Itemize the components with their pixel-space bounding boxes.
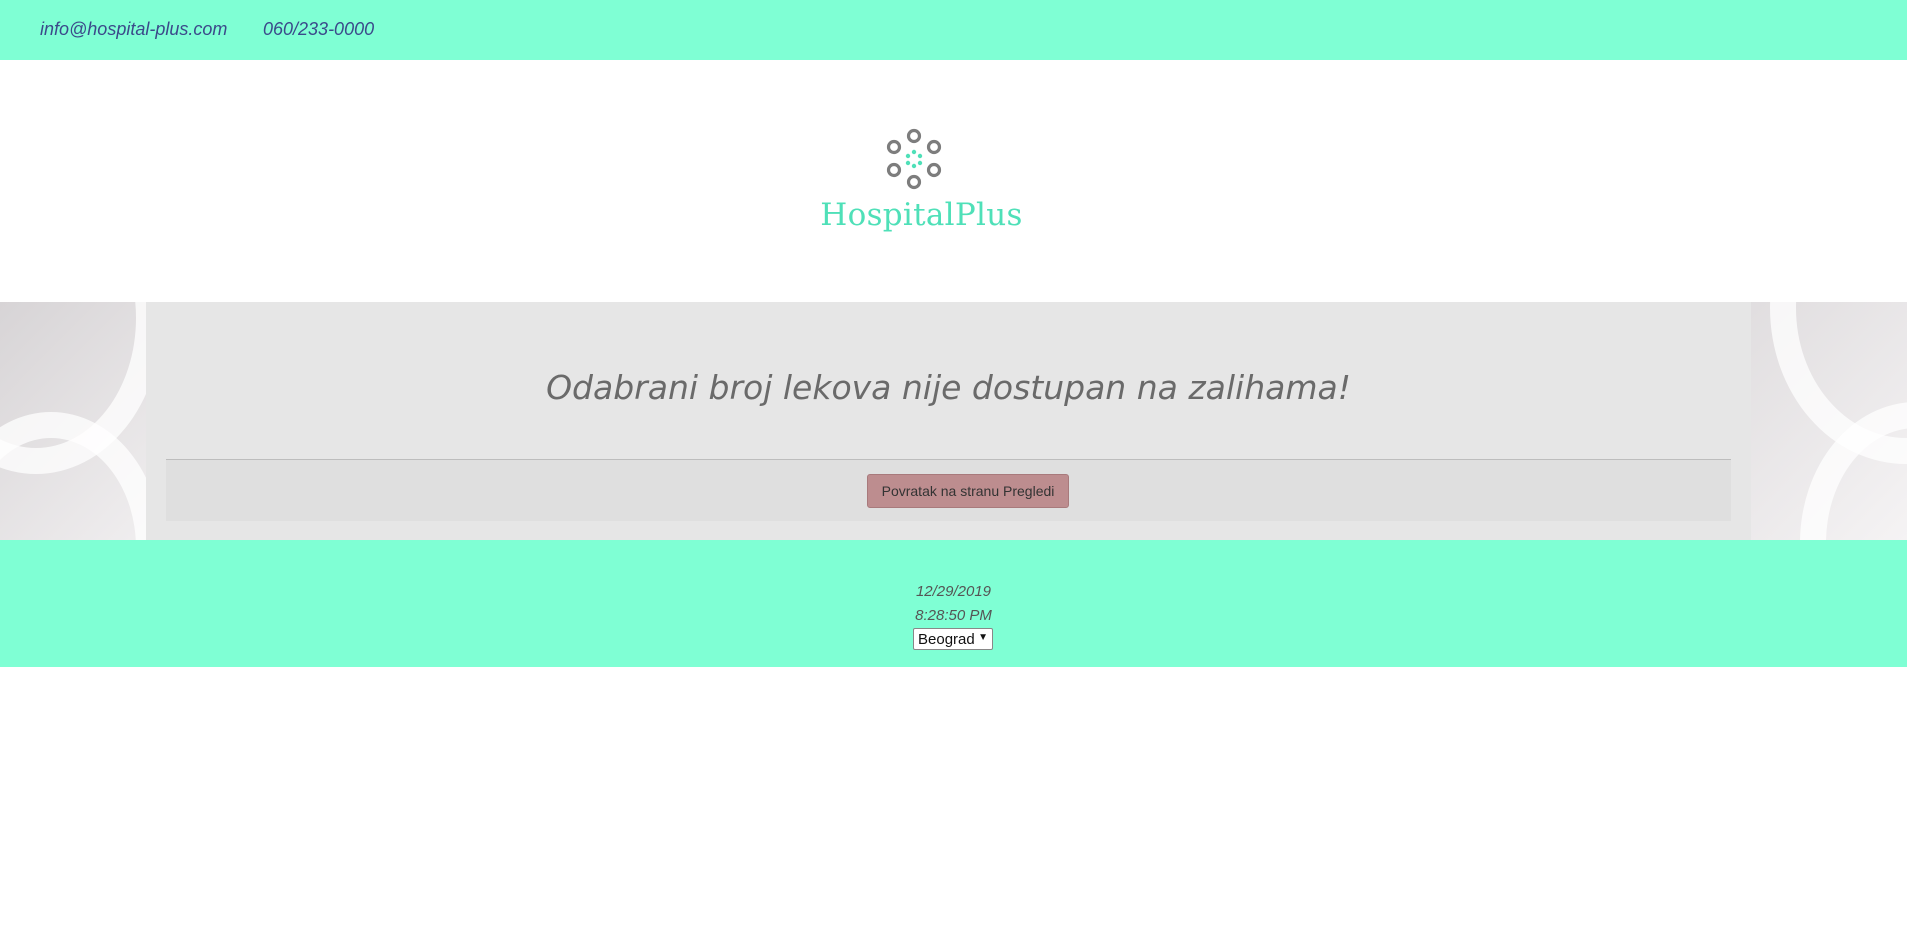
error-message: Odabrani broj lekova nije dostupan na za… [546,368,1351,407]
hero-background: Odabrani broj lekova nije dostupan na za… [0,302,1907,540]
chevron-down-icon: ▼ [978,632,988,643]
back-to-pregledi-button[interactable]: Povratak na stranu Pregledi [867,474,1069,508]
top-contact-bar: info@hospital-plus.com 060/233-0000 [0,0,1907,60]
footer-time: 8:28:50 PM [915,607,992,624]
decorative-swoosh [0,412,162,540]
logo-header: HospitalPlus [0,60,1907,302]
city-select[interactable]: Beograd ▼ [913,628,993,650]
contact-phone[interactable]: 060/233-0000 [263,19,374,40]
circle-cluster-icon[interactable] [882,128,946,192]
brand-name[interactable]: HospitalPlus [0,197,1843,233]
contact-email[interactable]: info@hospital-plus.com [40,19,227,40]
footer-date: 12/29/2019 [915,583,992,600]
city-select-value: Beograd [918,631,975,648]
message-panel: Odabrani broj lekova nije dostupan na za… [146,302,1751,540]
footer-bar: 12/29/2019 8:28:50 PM Beograd ▼ [0,540,1907,667]
panel-footer: Povratak na stranu Pregledi [166,459,1731,521]
